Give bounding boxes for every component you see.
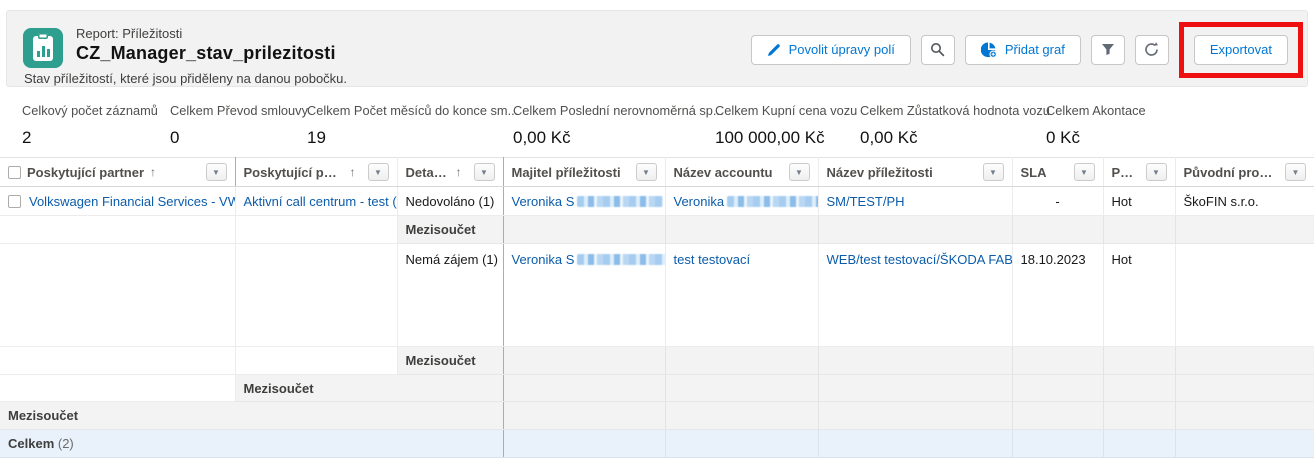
search-icon [930, 42, 945, 57]
redacted-text [577, 254, 665, 265]
refresh-icon [1144, 42, 1159, 57]
status-detail: Nedovoláno (1) [406, 194, 495, 209]
subtotal-row: Mezisoučet [0, 347, 1314, 375]
column-header-poskytujici-partner[interactable]: Poskytující partner [27, 165, 144, 180]
toolbar: Povolit úpravy polí Přidat graf [751, 11, 1303, 88]
opportunity-link[interactable]: SM/TEST/PH [827, 194, 905, 209]
column-filter-icon[interactable]: ▼ [474, 163, 495, 181]
column-filter-icon[interactable]: ▼ [983, 163, 1004, 181]
column-header-poskytujici-pobocka[interactable]: Poskytující pobočka [244, 165, 344, 180]
summary-prevod-smlouvy: Celkem Převod smlouvy 0 [170, 103, 307, 156]
column-filter-icon[interactable]: ▼ [1146, 163, 1167, 181]
status-detail: Nemá zájem (1) [406, 252, 498, 267]
summary-akontace: Celkem Akontace 0 Kč [1046, 103, 1146, 156]
report-table: Poskytující partner ↑ ▼ Poskytující pobo… [0, 157, 1314, 458]
export-highlight-annotation: Exportovat [1179, 22, 1303, 78]
summary-strip: Celkový počet záznamů 2 Celkem Převod sm… [0, 88, 1314, 156]
funnel-icon [1101, 43, 1115, 56]
export-button[interactable]: Exportovat [1194, 35, 1288, 65]
column-filter-icon[interactable]: ▼ [206, 163, 227, 181]
column-header-sla[interactable]: SLA [1021, 165, 1047, 180]
clipboard-chart-icon [33, 36, 53, 61]
sla-value: - [1055, 194, 1059, 209]
subtotal-row: Mezisoučet [0, 375, 1314, 402]
subtotal-label: Mezisoučet [406, 353, 476, 368]
subtotal-label: Mezisoučet [406, 222, 476, 237]
priority-value: Hot [1112, 194, 1132, 209]
subtotal-label: Mezisoučet [244, 381, 314, 396]
edit-fields-button[interactable]: Povolit úpravy polí [751, 35, 911, 65]
subtotal-label: Mezisoučet [8, 408, 78, 423]
partner-link[interactable]: Volkswagen Financial Services - VWFS (2) [29, 194, 235, 209]
column-header-priorita[interactable]: Priorita [1112, 165, 1134, 180]
row-checkbox[interactable] [8, 195, 21, 208]
column-filter-icon[interactable]: ▼ [1285, 163, 1306, 181]
sla-value: 18.10.2023 [1021, 252, 1086, 267]
opportunity-link[interactable]: WEB/test testovací/ŠKODA FABIA [827, 252, 1013, 267]
original-seller-value: ŠkoFIN s.r.o. [1184, 194, 1259, 209]
filter-button[interactable] [1091, 35, 1125, 65]
branch-link[interactable]: Aktivní call centrum - test (2) [244, 194, 398, 209]
column-header-detail-stavu[interactable]: Detail stavu [406, 165, 450, 180]
account-link[interactable]: test testovací [674, 252, 751, 267]
summary-kupni-cena: Celkem Kupní cena vozu 100 000,00 Kč [715, 103, 860, 156]
report-type-label: Report: Příležitosti [76, 26, 336, 41]
subtotal-row: Mezisoučet [0, 216, 1314, 244]
search-button[interactable] [921, 35, 955, 65]
column-header-puvodni-prodejce[interactable]: Původní prodejce [1184, 165, 1274, 180]
summary-zustatkova-hodnota: Celkem Zůstatková hodnota vozu 0,00 Kč [860, 103, 1046, 156]
column-header-majitel-prilezitosti[interactable]: Majitel příležitosti [512, 165, 621, 180]
total-count: (2) [58, 436, 74, 451]
column-filter-icon[interactable]: ▼ [368, 163, 389, 181]
pie-chart-icon [981, 42, 997, 58]
sort-asc-icon: ↑ [456, 165, 462, 179]
column-header-nazev-prilezitosti[interactable]: Název příležitosti [827, 165, 933, 180]
pencil-icon [767, 43, 781, 57]
sort-asc-icon: ↑ [350, 165, 356, 179]
table-header-row: Poskytující partner ↑ ▼ Poskytující pobo… [0, 158, 1314, 187]
column-filter-icon[interactable]: ▼ [1074, 163, 1095, 181]
report-description: Stav příležitostí, které jsou přiděleny … [24, 71, 347, 86]
subtotal-row: Mezisoučet [0, 402, 1314, 430]
summary-posledni-splatka: Celkem Poslední nerovnoměrná sp... 0,00 … [513, 103, 715, 156]
column-filter-icon[interactable]: ▼ [636, 163, 657, 181]
column-header-nazev-accountu[interactable]: Název accountu [674, 165, 773, 180]
page-title: CZ_Manager_stav_prilezitosti [76, 43, 336, 64]
owner-link[interactable]: Veronika S [512, 194, 664, 209]
redacted-text [577, 196, 663, 207]
add-chart-button[interactable]: Přidat graf [965, 35, 1081, 65]
report-icon [23, 28, 63, 68]
sort-asc-icon: ↑ [150, 165, 156, 179]
column-filter-icon[interactable]: ▼ [789, 163, 810, 181]
refresh-button[interactable] [1135, 35, 1169, 65]
report-header-panel: Report: Příležitosti CZ_Manager_stav_pri… [6, 10, 1308, 87]
grand-total-row: Celkem (2) [0, 430, 1314, 458]
total-label: Celkem [8, 436, 54, 451]
table-row: Nemá zájem (1) Veronika S test testovací… [0, 244, 1314, 347]
priority-value: Hot [1112, 252, 1132, 267]
select-all-checkbox[interactable] [8, 166, 21, 179]
summary-pocet-mesicu: Celkem Počet měsíců do konce sm... 19 [307, 103, 513, 156]
redacted-text [727, 196, 818, 207]
summary-record-count: Celkový počet záznamů 2 [22, 103, 170, 156]
table-row: Volkswagen Financial Services - VWFS (2)… [0, 187, 1314, 216]
owner-link[interactable]: Veronika S [512, 252, 666, 267]
account-link[interactable]: Veronika [674, 194, 819, 209]
